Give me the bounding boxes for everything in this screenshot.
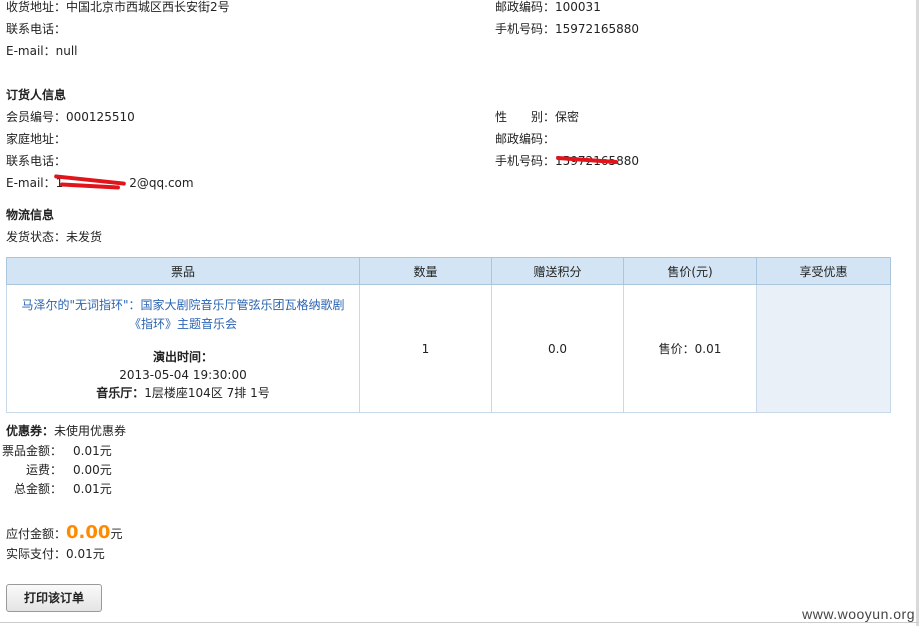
discount-cell [756,284,891,413]
table-header-row: 票品 数量 赠送积分 售价(元) 享受优惠 [6,257,891,285]
watermark-text: www.wooyun.org [802,606,915,622]
orderer-home-address: 家庭地址： [6,130,66,148]
payable-label: 应付金额： [6,527,67,541]
shipping-address-label: 收货地址： [6,0,67,14]
ticket-amount-value: 0.01元 [73,444,112,458]
hall-value: 1层楼座104区 7排 1号 [144,385,270,400]
product-cell: 马泽尔的"无词指环"：国家大剧院音乐厅管弦乐团瓦格纳歌剧《指环》主题音乐会 演出… [6,284,360,413]
member-id-value: 000125510 [66,110,135,124]
payable-line: 应付金额：0.00元 [6,522,122,544]
product-title-link[interactable]: 马泽尔的"无词指环"：国家大剧院音乐厅管弦乐团瓦格纳歌剧《指环》主题音乐会 [8,296,358,334]
orderer-phone: 联系电话： [6,152,66,170]
shipping-postcode: 邮政编码：100031 [495,0,601,16]
shipping-phone-label: 联系电话： [6,22,67,36]
orderer-gender: 性 别：保密 [495,108,579,126]
shipping-status: 发货状态：未发货 [6,228,102,246]
shipping-mobile-label: 手机号码： [495,22,556,36]
payable-unit: 元 [110,527,123,541]
orderer-phone-label: 联系电话： [6,154,67,168]
bottom-divider [0,622,919,623]
shipping-postcode-label: 邮政编码： [495,0,556,14]
shipping-fee-value: 0.00元 [73,463,112,477]
header-discount: 享受优惠 [756,257,891,285]
header-price: 售价(元) [623,257,757,285]
payable-amount: 0.00 [66,522,111,543]
showtime-value: 2013-05-04 19:30:00 [119,367,247,382]
orderer-postcode: 邮政编码： [495,130,555,148]
quantity-cell: 1 [359,284,492,413]
shipping-address-value: 中国北京市西城区西长安街2号 [66,0,230,14]
orderer-section-title: 订货人信息 [6,88,67,102]
shipping-address: 收货地址：中国北京市西城区西长安街2号 [6,0,230,16]
actual-paid-label: 实际支付： [6,547,67,561]
hall-label: 音乐厅： [96,385,145,400]
shipping-email-value: null [55,44,78,58]
showtime-label: 演出时间： [152,349,213,364]
home-address-label: 家庭地址： [6,132,67,146]
shipping-status-label: 发货状态： [6,230,67,244]
total-amount-value: 0.01元 [73,482,112,496]
shipping-phone: 联系电话： [6,20,66,38]
header-product: 票品 [6,257,360,285]
orderer-email-label: E-mail： [6,176,56,190]
shipping-fee-label: 运费： [25,463,62,477]
member-id-label: 会员编号： [6,110,67,124]
gender-label: 性 别： [495,110,556,124]
price-cell: 售价：0.01 [623,284,757,413]
logistics-section-title: 物流信息 [6,208,55,222]
shipping-email: E-mail：null [6,42,78,60]
actual-paid-value: 0.01元 [66,547,105,561]
order-items-table: 票品 数量 赠送积分 售价(元) 享受优惠 马泽尔的"无词指环"：国家大剧院音乐… [6,257,891,413]
points-cell: 0.0 [491,284,624,413]
coupon-line: 优惠券：未使用优惠券 [6,422,126,440]
shipping-email-label: E-mail： [6,44,56,58]
print-order-button[interactable]: 打印该订单 [6,584,102,612]
shipping-postcode-value: 100031 [555,0,601,14]
total-amount-label: 总金额： [13,482,62,496]
actual-paid-line: 实际支付：0.01元 [6,545,105,563]
table-row: 马泽尔的"无词指环"：国家大剧院音乐厅管弦乐团瓦格纳歌剧《指环》主题音乐会 演出… [6,284,891,413]
header-quantity: 数量 [359,257,492,285]
orderer-mobile-label: 手机号码： [495,154,556,168]
hall-seat: 音乐厅：1层楼座104区 7排 1号 [8,384,358,402]
gender-value: 保密 [555,110,580,124]
shipping-status-value: 未发货 [66,230,103,244]
shipping-mobile-value: 15972165880 [555,22,639,36]
ticket-amount-label: 票品金额： [1,444,62,458]
orderer-member-id: 会员编号：000125510 [6,108,135,126]
coupon-value: 未使用优惠券 [54,424,127,438]
orderer-postcode-label: 邮政编码： [495,132,556,146]
orderer-email-value-suffix: 2@qq.com [129,176,194,190]
header-points: 赠送积分 [491,257,624,285]
shipping-mobile: 手机号码：15972165880 [495,20,639,38]
coupon-label: 优惠券： [6,424,55,438]
